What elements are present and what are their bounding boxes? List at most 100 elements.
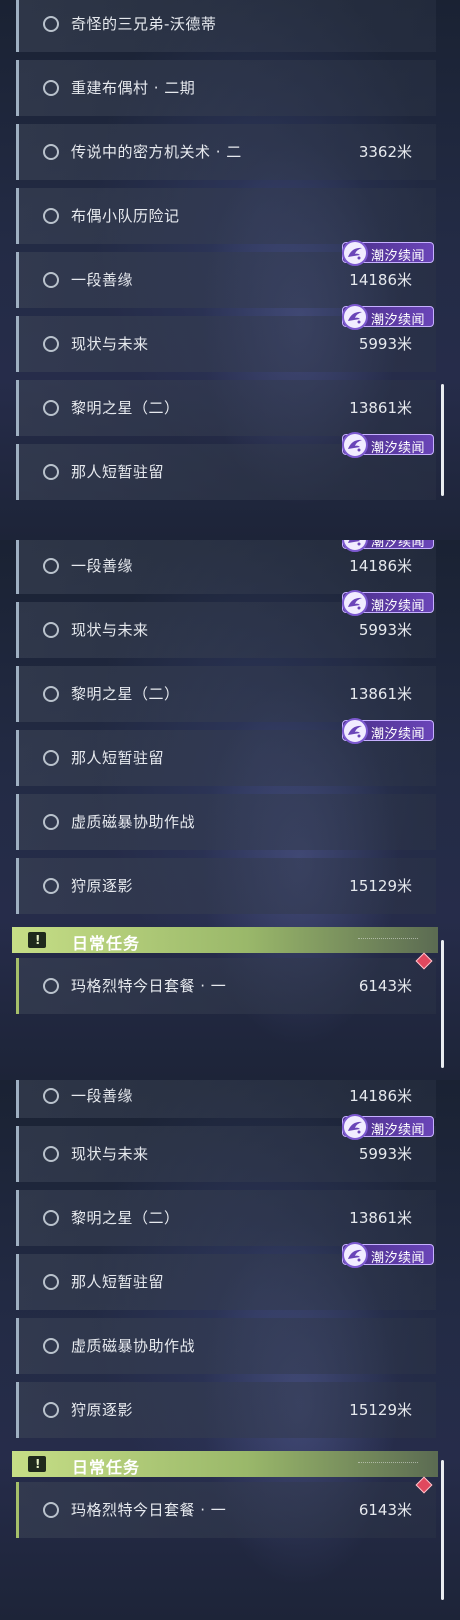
quest-row[interactable]: 虚质磁暴协助作战 xyxy=(16,794,436,850)
quest-radio-icon[interactable] xyxy=(43,1088,59,1104)
quest-title: 黎明之星（二） xyxy=(71,1209,180,1227)
quest-row[interactable]: 一段善缘 14186米 潮汐续闻 xyxy=(16,240,436,308)
quest-radio-icon[interactable] xyxy=(43,1274,59,1290)
quest-row[interactable]: 那人短暂驻留 潮汐续闻 xyxy=(16,432,436,500)
quest-radio-icon[interactable] xyxy=(43,1402,59,1418)
quest-radio-icon[interactable] xyxy=(43,686,59,702)
quest-distance: 13861米 xyxy=(349,685,412,703)
quest-radio-icon[interactable] xyxy=(43,750,59,766)
quest-row[interactable]: 那人短暂驻留 潮汐续闻 xyxy=(16,718,436,786)
tide-story-icon xyxy=(342,590,368,616)
quest-row[interactable]: 虚质磁暴协助作战 xyxy=(16,1318,436,1374)
daily-quests-title: 日常任务 xyxy=(72,1458,141,1477)
quest-title: 狩原逐影 xyxy=(71,1401,134,1419)
quest-radio-icon[interactable] xyxy=(43,1146,59,1162)
quest-distance: 13861米 xyxy=(349,1209,412,1227)
quest-distance: 13861米 xyxy=(349,399,412,417)
tide-story-badge: 潮汐续闻 xyxy=(342,718,434,744)
quest-title: 狩原逐影 xyxy=(71,877,134,895)
quest-radio-icon[interactable] xyxy=(43,336,59,352)
quest-radio-icon[interactable] xyxy=(43,80,59,96)
quest-title: 现状与未来 xyxy=(71,621,149,639)
quest-row[interactable]: 重建布偶村 · 二期 xyxy=(16,60,436,116)
quest-radio-icon[interactable] xyxy=(43,878,59,894)
quest-title: 一段善缘 xyxy=(71,271,134,289)
quest-row[interactable]: 一段善缘 14186米 xyxy=(16,1080,436,1118)
quest-row[interactable]: 狩原逐影 15129米 xyxy=(16,1382,436,1438)
quest-row[interactable]: 布偶小队历险记 xyxy=(16,188,436,244)
tide-story-icon xyxy=(342,1242,368,1268)
quest-radio-icon[interactable] xyxy=(43,1210,59,1226)
quest-row[interactable]: 黎明之星（二） 13861米 xyxy=(16,1190,436,1246)
header-decoration xyxy=(358,938,418,942)
scrollbar-thumb[interactable] xyxy=(441,940,444,1068)
quest-row[interactable]: 奇怪的三兄弟-沃德蒂 xyxy=(16,0,436,52)
quest-title: 虚质磁暴协助作战 xyxy=(71,1337,196,1355)
quest-row[interactable]: 黎明之星（二） 13861米 xyxy=(16,380,436,436)
quest-distance: 15129米 xyxy=(349,1401,412,1419)
quest-title: 那人短暂驻留 xyxy=(71,1273,165,1291)
quest-row[interactable]: 狩原逐影 15129米 xyxy=(16,858,436,914)
quest-list-panel: 一段善缘 14186米 现状与未来 5993米 潮汐续闻 黎明之星（二） 138… xyxy=(0,1080,460,1620)
quest-title: 玛格烈特今日套餐 · 一 xyxy=(71,1501,227,1519)
quest-radio-icon[interactable] xyxy=(43,622,59,638)
tide-story-icon xyxy=(342,432,368,458)
exclamation-icon: ! xyxy=(28,1456,46,1472)
quest-title: 重建布偶村 · 二期 xyxy=(71,79,196,97)
quest-title: 一段善缘 xyxy=(71,1087,134,1105)
diamond-marker-icon xyxy=(415,952,433,970)
quest-list-panel: 一段善缘 14186米 潮汐续闻 现状与未来 5993米 潮汐续闻 黎明之星（二 xyxy=(0,540,460,1080)
quest-radio-icon[interactable] xyxy=(43,16,59,32)
quest-row[interactable]: 一段善缘 14186米 潮汐续闻 xyxy=(16,540,436,594)
quest-radio-icon[interactable] xyxy=(43,464,59,480)
quest-radio-icon[interactable] xyxy=(43,978,59,994)
tide-story-label: 潮汐续闻 xyxy=(371,599,426,614)
scrollbar-thumb[interactable] xyxy=(441,384,444,496)
tide-story-label: 潮汐续闻 xyxy=(371,1123,426,1138)
exclamation-icon: ! xyxy=(28,932,46,948)
quest-row[interactable]: 传说中的密方机关术 · 二 3362米 xyxy=(16,124,436,180)
quest-radio-icon[interactable] xyxy=(43,400,59,416)
tide-story-badge: 潮汐续闻 xyxy=(342,304,434,330)
quest-radio-icon[interactable] xyxy=(43,558,59,574)
tide-story-badge: 潮汐续闻 xyxy=(342,1242,434,1268)
quest-distance: 5993米 xyxy=(358,1145,412,1163)
diamond-marker-icon xyxy=(415,1476,433,1494)
tide-story-label: 潮汐续闻 xyxy=(371,441,426,456)
daily-quest-row[interactable]: 玛格烈特今日套餐 · 一 6143米 xyxy=(16,1476,436,1538)
daily-quests-header[interactable]: ! 日常任务 xyxy=(12,927,438,953)
tide-story-label: 潮汐续闻 xyxy=(371,313,426,328)
header-decoration xyxy=(358,1462,418,1466)
quest-distance: 14186米 xyxy=(349,1087,412,1105)
quest-radio-icon[interactable] xyxy=(43,144,59,160)
quest-distance: 6143米 xyxy=(358,1501,412,1519)
quest-distance: 14186米 xyxy=(349,271,412,289)
quest-distance: 15129米 xyxy=(349,877,412,895)
quest-row[interactable]: 那人短暂驻留 潮汐续闻 xyxy=(16,1242,436,1310)
quest-title: 一段善缘 xyxy=(71,557,134,575)
quest-row[interactable]: 现状与未来 5993米 潮汐续闻 xyxy=(16,304,436,372)
tide-story-icon xyxy=(342,1114,368,1140)
quest-row[interactable]: 现状与未来 5993米 潮汐续闻 xyxy=(16,590,436,658)
quest-title: 传说中的密方机关术 · 二 xyxy=(71,143,242,161)
quest-title: 现状与未来 xyxy=(71,335,149,353)
tide-story-label: 潮汐续闻 xyxy=(371,540,426,550)
quest-row[interactable]: 黎明之星（二） 13861米 xyxy=(16,666,436,722)
quest-radio-icon[interactable] xyxy=(43,208,59,224)
tide-story-label: 潮汐续闻 xyxy=(371,727,426,742)
tide-story-icon xyxy=(342,240,368,266)
quest-radio-icon[interactable] xyxy=(43,1338,59,1354)
scrollbar-thumb[interactable] xyxy=(441,1460,444,1600)
quest-radio-icon[interactable] xyxy=(43,1502,59,1518)
quest-title: 那人短暂驻留 xyxy=(71,463,165,481)
tide-story-icon xyxy=(342,540,368,552)
quest-distance: 14186米 xyxy=(349,557,412,575)
daily-quest-row[interactable]: 玛格烈特今日套餐 · 一 6143米 xyxy=(16,952,436,1014)
daily-quests-header[interactable]: ! 日常任务 xyxy=(12,1451,438,1477)
quest-distance: 5993米 xyxy=(358,621,412,639)
daily-quests-title: 日常任务 xyxy=(72,934,141,953)
quest-title: 黎明之星（二） xyxy=(71,685,180,703)
quest-radio-icon[interactable] xyxy=(43,814,59,830)
quest-row[interactable]: 现状与未来 5993米 潮汐续闻 xyxy=(16,1114,436,1182)
quest-radio-icon[interactable] xyxy=(43,272,59,288)
